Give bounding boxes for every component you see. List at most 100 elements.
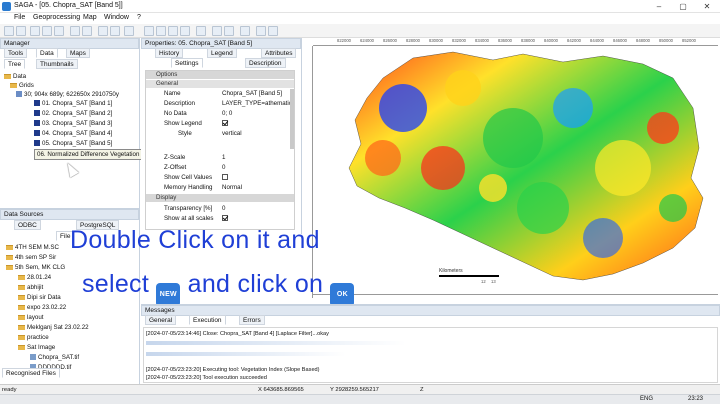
zoom-icon[interactable] [110,26,120,36]
save-icon[interactable] [16,26,26,36]
tab-thumbnails[interactable]: Thumbnails [36,59,78,69]
menu-file[interactable]: File [14,14,25,21]
tab-errors[interactable]: Errors [239,315,265,325]
property-row[interactable]: Transparency [%] 0 [146,204,294,213]
open-icon[interactable] [4,26,14,36]
pan-icon[interactable] [98,26,108,36]
list-item[interactable]: 5th Sem, MK CLG [6,263,65,272]
tree-grid-item[interactable]: 02. Chopra_SAT [Band 2] [34,109,112,118]
property-row[interactable]: Style vertical [146,129,294,138]
ruler-tick: 834000 [475,38,489,43]
layout-icon[interactable] [256,26,266,36]
show-cell-values-checkbox[interactable] [222,174,228,180]
list-item[interactable]: practice [18,333,49,342]
tab-odbc[interactable]: ODBC [14,220,41,230]
close-icon[interactable]: ✕ [696,1,718,12]
ruler-tick: 846000 [613,38,627,43]
options-section: Options [146,71,294,79]
tree-grid-system[interactable]: 30; 904x 689y; 622650x 2910750y [16,90,119,99]
property-row[interactable]: No Data 0; 0 [146,109,294,118]
list-item[interactable]: Sat Image [18,343,55,352]
property-row[interactable]: Description LAYER_TYPE=athematic [146,99,294,108]
property-row[interactable]: Name Chopra_SAT [Band 5] [146,89,294,98]
ruler-tick: 840000 [544,38,558,43]
overlay-instruction-line1: Double Click on it and [70,226,320,254]
tab-tree[interactable]: Tree [4,59,26,69]
menu-window[interactable]: Window [104,14,129,21]
list-item[interactable]: Dipi sir Data [18,293,61,302]
zoom-full-icon[interactable] [124,26,134,36]
map-select-icon[interactable] [144,26,154,36]
tab-general[interactable]: General [145,315,177,325]
property-row[interactable]: Show Cell Values [146,173,294,182]
menu-help[interactable]: ? [137,14,141,21]
folder-icon [6,265,13,270]
tab-maps[interactable]: Maps [66,48,90,58]
tab-execution[interactable]: Execution [189,315,226,325]
tools-icon[interactable] [30,26,40,36]
folder-icon [18,315,25,320]
map-zoom-out-icon[interactable] [168,26,178,36]
menu-map[interactable]: Map [83,14,97,21]
property-row[interactable]: Show at all scales [146,214,294,223]
tab-description[interactable]: Description [245,58,286,68]
map-sync-icon[interactable] [212,26,222,36]
list-item[interactable]: Meklganj Sat 23.02.22 [18,323,89,332]
maximize-icon[interactable]: ▢ [672,1,694,12]
property-row[interactable]: Show Legend [146,119,294,128]
map-legend-icon[interactable] [224,26,234,36]
histogram-icon[interactable] [268,26,278,36]
property-row[interactable]: Memory Handling Normal [146,183,294,192]
minimize-icon[interactable]: – [648,1,670,12]
tab-tools[interactable]: Tools [4,48,28,58]
ruler-tick: 828000 [406,38,420,43]
tab-data[interactable]: Data [36,48,58,58]
tree-grid-item[interactable]: 04. Chopra_SAT [Band 4] [34,129,112,138]
list-item[interactable]: layout [18,313,44,322]
data-sources-header: Data Sources [0,209,139,220]
overlay-instruction-line2: select NEW and click on OK [82,270,355,307]
list-item[interactable]: expo 23.02.22 [18,303,66,312]
list-item[interactable]: abhijit [18,283,43,292]
list-item[interactable]: 4TH SEM M.SC [6,243,59,252]
property-row[interactable]: Z-Scale 1 [146,153,294,162]
tree-grid-item[interactable]: 03. Chopra_SAT [Band 3] [34,119,112,128]
map-zoom-in-icon[interactable] [156,26,166,36]
tree-grid-item[interactable]: 05. Chopra_SAT [Band 5] [34,139,112,148]
property-scrollbar[interactable] [290,89,294,149]
tab-attributes[interactable]: Attributes [261,48,297,58]
tab-recognised-files[interactable]: Recognised Files [2,368,60,378]
show-legend-checkbox[interactable] [222,120,228,126]
ruler-tick: 826000 [383,38,397,43]
show-all-scales-checkbox[interactable] [222,215,228,221]
tab-history[interactable]: History [155,48,184,58]
property-row[interactable]: Z-Offset 0 [146,163,294,172]
list-item[interactable]: Chopra_SAT.tif [30,353,79,362]
ruler-tick: 850000 [659,38,673,43]
map-pan-icon[interactable] [180,26,190,36]
3d-view-icon[interactable] [240,26,250,36]
menu-geoprocessing[interactable]: Geoprocessing [33,14,80,21]
data-icon[interactable] [42,26,52,36]
log-line: [2024-07-05/23:14:46] Close: Chopra_SAT … [146,331,329,337]
map-measure-icon[interactable] [196,26,206,36]
messages-icon[interactable] [70,26,80,36]
folder-icon [18,285,25,290]
list-item[interactable]: 28.01.24 [18,273,51,282]
tree-grids[interactable]: Grids [10,81,34,90]
folder-icon [18,345,25,350]
maps-icon[interactable] [54,26,64,36]
ruler-tick: 832000 [452,38,466,43]
map-left-ruler [303,46,313,298]
properties-icon[interactable] [82,26,92,36]
tab-settings[interactable]: Settings [171,58,203,68]
file-tree: 4TH SEM M.SC 4th sem SP Sir 5th Sem, MK … [6,243,138,383]
taskbar-clock: 23:23 [688,396,704,402]
tree-root[interactable]: Data [4,72,26,81]
tab-legend[interactable]: Legend [207,48,237,58]
list-item[interactable]: 4th sem SP Sir [6,253,56,262]
grid-icon [34,130,40,136]
map-view[interactable]: 822000 624000 826000 828000 830000 83200… [303,38,720,304]
tree-grid-item[interactable]: 01. Chopra_SAT [Band 1] [34,99,112,108]
general-section: General [146,80,294,88]
